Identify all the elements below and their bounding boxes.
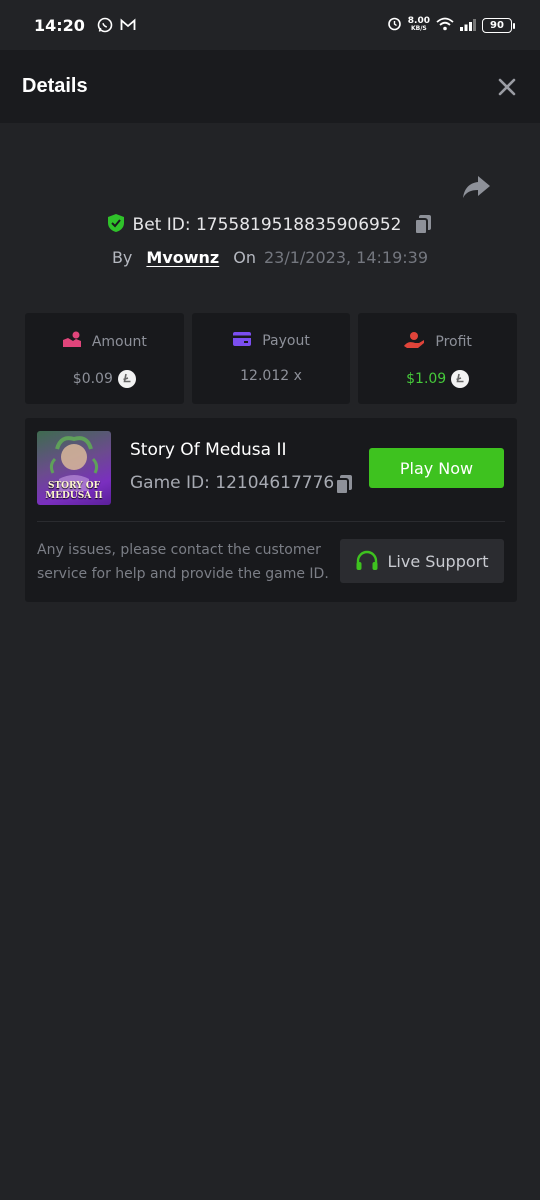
card-icon [232, 331, 252, 351]
status-right: 8.00 KB/S 90 [387, 16, 515, 35]
by-label: By [111, 247, 133, 267]
speed-unit: KB/S [411, 25, 427, 32]
litecoin-icon [451, 370, 470, 388]
bet-stats: Amount $0.09 Payout 12.012 x Profit $1.0… [25, 313, 518, 404]
bet-meta-row: By Mvownz On 23/1/2023, 14:19:39 [0, 242, 540, 272]
username-link[interactable]: Mvownz [146, 248, 219, 267]
live-support-button[interactable]: Live Support [340, 539, 504, 583]
whatsapp-icon [97, 17, 113, 33]
status-bar: 14:20 8.00 KB/S 90 [0, 0, 540, 50]
profit-label: Profit [435, 334, 472, 350]
verified-shield-icon [107, 213, 125, 238]
close-icon [498, 78, 516, 95]
network-speed: 8.00 KB/S [408, 17, 430, 33]
bet-id: Bet ID: 1755819518835906952 [132, 215, 402, 235]
share-button[interactable] [462, 174, 492, 200]
copy-icon [335, 475, 352, 495]
profit-hand-icon [403, 331, 425, 353]
wifi-icon [436, 16, 454, 35]
profit-stat: Profit $1.09 [358, 313, 518, 404]
alarm-icon [387, 16, 402, 35]
share-icon [463, 176, 490, 198]
status-time: 14:20 [34, 15, 85, 35]
amount-icon [62, 331, 82, 353]
amount-stat: Amount $0.09 [25, 313, 184, 404]
copy-bet-id-button[interactable] [413, 214, 433, 236]
divider [37, 521, 505, 522]
headset-icon [355, 550, 379, 572]
on-label: On [233, 247, 256, 267]
amount-label: Amount [91, 334, 147, 350]
close-button[interactable] [496, 76, 518, 98]
support-text: Any issues, please contact the customer … [37, 542, 329, 582]
gmail-icon [120, 17, 136, 33]
header: Details [0, 50, 540, 123]
game-thumbnail[interactable]: STORY OF MEDUSA II [37, 431, 111, 505]
game-name: Story Of Medusa II [130, 440, 287, 460]
play-now-button[interactable]: Play Now [369, 448, 504, 488]
game-card: STORY OF MEDUSA II Story Of Medusa II Ga… [25, 418, 517, 602]
profit-value: $1.09 [406, 371, 447, 387]
signal-icon [460, 16, 476, 35]
payout-label: Payout [262, 333, 310, 349]
battery-icon: 90 [482, 17, 515, 33]
copy-icon [414, 215, 432, 235]
live-support-label: Live Support [387, 551, 489, 571]
litecoin-icon [117, 370, 136, 388]
speed-value: 8.00 [407, 16, 430, 26]
copy-game-id-button[interactable] [334, 474, 354, 496]
page-title: Details [22, 75, 88, 97]
payout-value: 12.012 x [240, 368, 302, 384]
amount-value: $0.09 [72, 371, 113, 387]
bet-id-row: Bet ID: 1755819518835906952 [0, 210, 540, 240]
payout-stat: Payout 12.012 x [191, 313, 351, 404]
game-id: Game ID: 12104617776 [130, 473, 335, 493]
battery-level: 90 [490, 19, 504, 31]
game-thumb-title: STORY OF MEDUSA II [45, 481, 103, 501]
bet-date: 23/1/2023, 14:19:39 [263, 247, 429, 267]
